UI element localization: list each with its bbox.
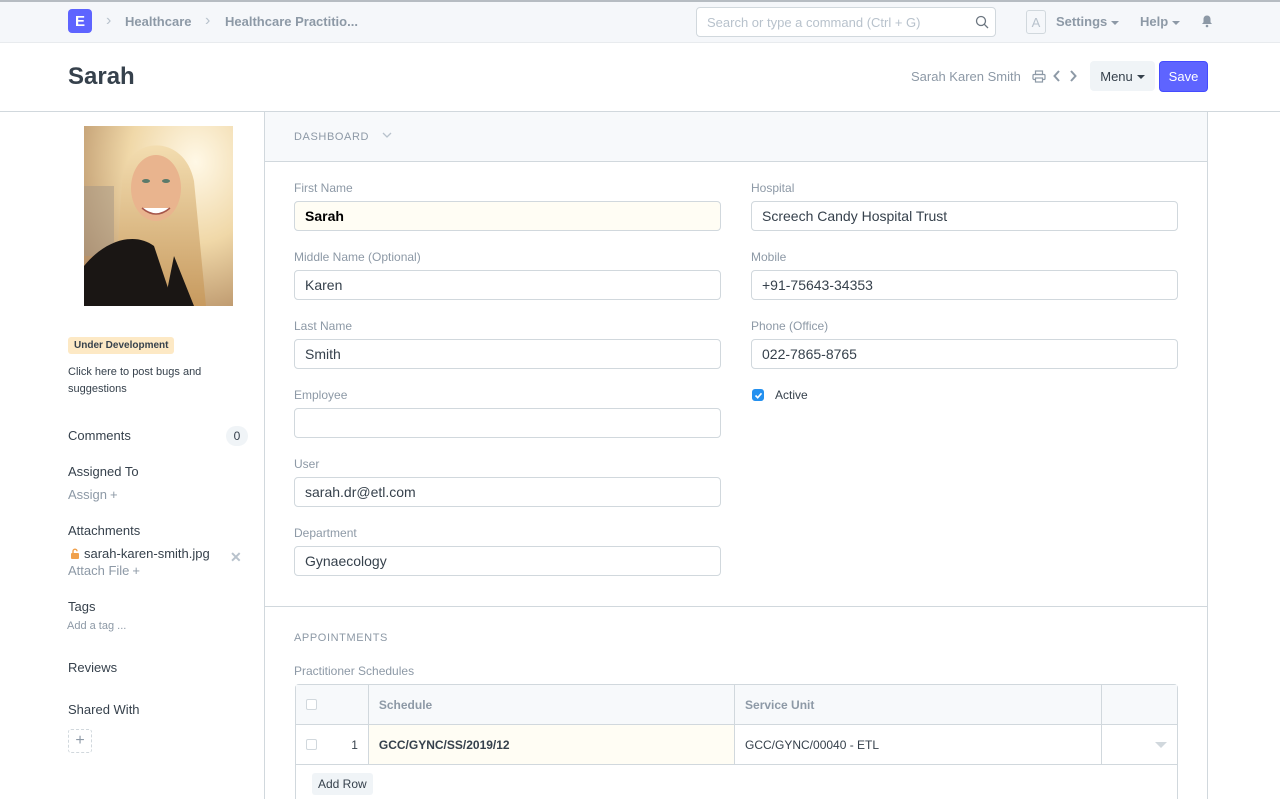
sidebar: Under Development Click here to post bug… (0, 112, 264, 799)
dashboard-section-title: DASHBOARD (294, 131, 370, 143)
middle-name-label: Middle Name (Optional) (294, 250, 421, 264)
schedules-table: Schedule Service Unit 1 GCC/GYNC/SS/2019… (295, 684, 1178, 799)
appointments-section-title: APPOINTMENTS (294, 632, 388, 644)
row-expand-caret-icon[interactable] (1155, 741, 1167, 748)
attachment-item[interactable]: sarah-karen-smith.jpg (70, 546, 210, 561)
chevron-down-icon (382, 132, 392, 138)
section-divider (265, 606, 1207, 607)
settings-dropdown[interactable]: Settings (1056, 14, 1120, 29)
hospital-input[interactable]: Screech Candy Hospital Trust (751, 201, 1178, 231)
column-header-service-unit: Service Unit (735, 685, 1103, 724)
row-index: 1 (351, 737, 358, 752)
profile-photo[interactable] (84, 126, 233, 306)
help-dropdown[interactable]: Help (1140, 14, 1181, 29)
plus-icon: + (75, 732, 85, 749)
page-title: Sarah (68, 63, 135, 90)
user-input[interactable]: sarah.dr@etl.com (294, 477, 721, 507)
menu-label: Menu (1100, 68, 1133, 84)
plus-icon: + (132, 563, 141, 578)
employee-label: Employee (294, 388, 348, 402)
hospital-label: Hospital (751, 181, 795, 195)
bell-icon[interactable] (1200, 14, 1214, 28)
app-logo[interactable]: E (68, 9, 92, 33)
first-name-label: First Name (294, 181, 353, 195)
table-header-row: Schedule Service Unit (296, 685, 1177, 725)
search-icon[interactable] (975, 15, 989, 29)
shared-with-label: Shared With (68, 702, 140, 717)
column-header-schedule: Schedule (369, 685, 736, 724)
mobile-label: Mobile (751, 250, 787, 264)
row-index-cell: 1 (296, 725, 369, 764)
select-all-checkbox[interactable] (306, 699, 317, 710)
form-body: DASHBOARD First Name Sarah Middle Name (… (264, 112, 1208, 799)
practitioner-schedules-label: Practitioner Schedules (294, 664, 415, 678)
chevron-right-icon: › (205, 12, 211, 29)
row-actions-cell (1102, 725, 1177, 764)
document-full-name: Sarah Karen Smith (911, 69, 1021, 84)
first-name-input[interactable]: Sarah (294, 201, 721, 231)
checkmark-icon (754, 392, 762, 399)
breadcrumb-healthcare[interactable]: Healthcare (125, 14, 191, 29)
help-label: Help (1140, 14, 1169, 29)
attachments-label: Attachments (68, 523, 141, 538)
print-icon[interactable] (1032, 70, 1046, 83)
department-label: Department (294, 526, 357, 540)
plus-icon: + (110, 487, 118, 502)
search-input[interactable] (697, 8, 957, 36)
user-avatar[interactable]: A (1026, 10, 1046, 34)
department-input[interactable]: Gynaecology (294, 546, 721, 576)
chevron-right-icon: › (106, 12, 112, 29)
bug-report-link[interactable]: Click here to post bugs and suggestions (68, 364, 228, 398)
menu-button[interactable]: Menu (1090, 61, 1155, 91)
settings-label: Settings (1056, 14, 1108, 29)
assign-label: Assign (68, 487, 108, 502)
assign-link[interactable]: Assign + (68, 487, 118, 502)
status-badge: Under Development (68, 337, 175, 354)
search-box (696, 7, 996, 37)
service-unit-cell[interactable]: GCC/GYNC/00040 - ETL (735, 725, 1103, 764)
navbar: E › Healthcare › Healthcare Practitio...… (0, 0, 1280, 43)
active-label: Active (775, 388, 808, 402)
user-label: User (294, 457, 320, 471)
column-header-actions (1102, 685, 1177, 724)
employee-input[interactable] (294, 408, 721, 438)
add-share-button[interactable]: + (68, 729, 92, 753)
dashboard-section-header[interactable]: DASHBOARD (265, 112, 1207, 162)
comments-count: 0 (226, 426, 248, 446)
attach-file-label: Attach File (68, 563, 130, 578)
tags-label: Tags (68, 599, 96, 614)
comments-label: Comments (68, 428, 131, 443)
add-row-button[interactable]: Add Row (312, 773, 373, 795)
caret-down-icon (1111, 20, 1120, 25)
phone-office-label: Phone (Office) (751, 319, 829, 333)
chevron-left-icon[interactable] (1052, 69, 1062, 83)
remove-attachment-icon[interactable]: ✕ (230, 549, 242, 566)
middle-name-input[interactable]: Karen (294, 270, 721, 300)
active-checkbox[interactable] (752, 389, 764, 401)
assigned-to-label: Assigned To (68, 464, 139, 479)
add-tag-input[interactable]: Add a tag ... (67, 620, 126, 632)
page-head: Sarah Sarah Karen Smith Menu Save (0, 43, 1280, 112)
caret-down-icon (1172, 20, 1181, 25)
save-button[interactable]: Save (1159, 61, 1208, 92)
reviews-label: Reviews (68, 660, 118, 675)
table-footer: Add Row (296, 765, 1177, 799)
breadcrumb-practitioner[interactable]: Healthcare Practitio... (225, 14, 358, 29)
last-name-input[interactable]: Smith (294, 339, 721, 369)
attachment-filename: sarah-karen-smith.jpg (84, 546, 210, 561)
last-name-label: Last Name (294, 319, 353, 333)
phone-office-input[interactable]: 022-7865-8765 (751, 339, 1178, 369)
chevron-right-icon[interactable] (1068, 69, 1078, 83)
schedule-cell[interactable]: GCC/GYNC/SS/2019/12 (368, 725, 736, 764)
mobile-input[interactable]: +91-75643-34353 (751, 270, 1178, 300)
unlock-icon (71, 548, 79, 559)
header-checkbox-cell (296, 685, 369, 724)
caret-down-icon (1136, 75, 1145, 80)
table-row[interactable]: 1 GCC/GYNC/SS/2019/12 GCC/GYNC/00040 - E… (296, 725, 1177, 765)
attach-file-link[interactable]: Attach File + (68, 563, 140, 578)
row-checkbox[interactable] (306, 739, 317, 750)
